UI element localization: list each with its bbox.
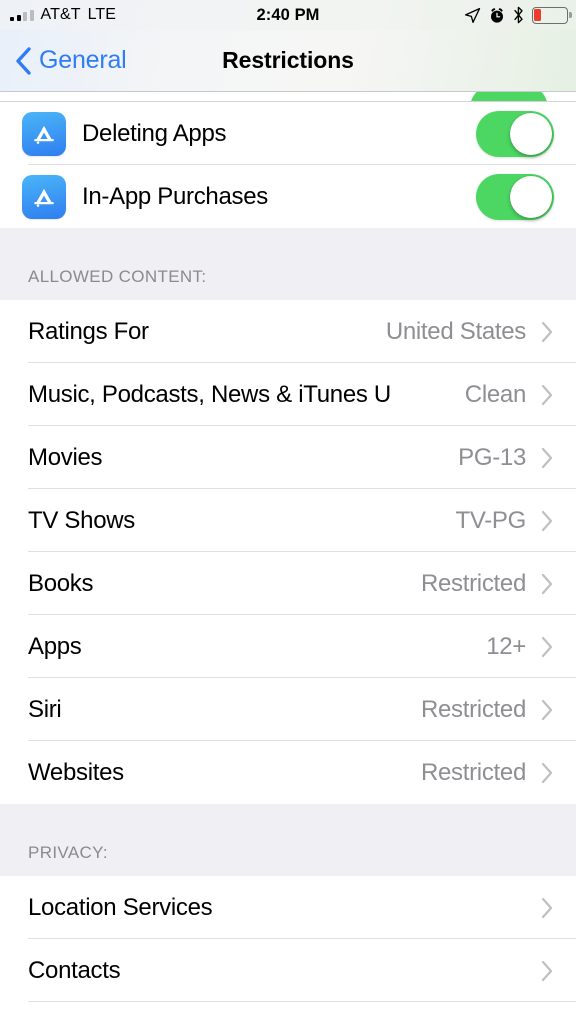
row-ratings-for[interactable]: Ratings For United States [0, 300, 576, 363]
navigation-bar: General Restrictions [0, 30, 576, 92]
row-books[interactable]: Books Restricted [0, 552, 576, 615]
row-label: TV Shows [28, 506, 135, 534]
chevron-right-icon [541, 960, 553, 981]
row-value: TV-PG [455, 506, 526, 534]
row-label: Contacts [28, 956, 121, 984]
toggle-switch-partial[interactable] [470, 92, 548, 101]
row-value: Restricted [420, 758, 526, 786]
chevron-right-icon [541, 636, 553, 657]
row-deleting-apps[interactable]: Deleting Apps [0, 102, 576, 165]
row-label: Ratings For [28, 317, 149, 345]
chevron-right-icon [541, 321, 553, 342]
iphone-screen: AT&T LTE 2:40 PM General Restrictions De… [0, 0, 576, 1024]
row-music-podcasts-news-itunes-u[interactable]: Music, Podcasts, News & iTunes U Clean [0, 363, 576, 426]
row-label: Location Services [28, 893, 213, 921]
row-value: 12+ [486, 632, 526, 660]
section-header-allowed-content: ALLOWED CONTENT: [0, 228, 576, 300]
chevron-right-icon [541, 897, 553, 918]
row-label: In-App Purchases [82, 182, 268, 210]
alarm-clock-icon [491, 7, 503, 23]
row-label: Books [28, 569, 94, 597]
app-store-icon [22, 174, 66, 219]
row-apps[interactable]: Apps 12+ [0, 615, 576, 678]
row-label: Websites [28, 758, 124, 786]
back-button-general[interactable]: General [0, 46, 127, 76]
row-value: PG-13 [458, 443, 526, 471]
partial-row-above[interactable] [0, 92, 576, 101]
row-contacts[interactable]: Contacts [0, 939, 576, 1002]
row-value: Clean [464, 380, 527, 408]
allowed-content-section: Ratings For United States Music, Podcast… [0, 300, 576, 804]
chevron-right-icon [541, 699, 553, 720]
chevron-right-icon [541, 384, 553, 405]
settings-list[interactable]: Deleting Apps In-App Purchases ALLOWED C… [0, 92, 576, 1024]
chevron-left-icon [16, 46, 31, 75]
chevron-right-icon [541, 573, 553, 594]
section-header-label: ALLOWED CONTENT: [28, 267, 207, 286]
chevron-right-icon [541, 762, 553, 783]
row-websites[interactable]: Websites Restricted [0, 741, 576, 804]
status-bar: AT&T LTE 2:40 PM [0, 0, 576, 30]
row-movies[interactable]: Movies PG-13 [0, 426, 576, 489]
row-value: Restricted [420, 695, 526, 723]
status-bar-left: AT&T LTE [0, 6, 116, 24]
section-header-label: PRIVACY: [28, 843, 108, 862]
row-label: Deleting Apps [82, 119, 227, 147]
status-bar-right [464, 6, 576, 24]
cellular-signal-icon [10, 9, 34, 21]
privacy-section: Location Services Contacts [0, 876, 576, 1002]
row-label: Movies [28, 443, 103, 471]
carrier-label: AT&T [40, 6, 81, 23]
chevron-right-icon [541, 447, 553, 468]
toggle-switch-deleting-apps[interactable] [476, 110, 554, 157]
chevron-right-icon [541, 510, 553, 531]
row-value: United States [385, 317, 526, 345]
row-tv-shows[interactable]: TV Shows TV-PG [0, 489, 576, 552]
row-label: Music, Podcasts, News & iTunes U [28, 380, 391, 408]
location-arrow-icon [464, 7, 481, 23]
toggle-switch-in-app-purchases[interactable] [476, 173, 554, 220]
section-header-privacy: PRIVACY: [0, 804, 576, 876]
row-in-app-purchases[interactable]: In-App Purchases [0, 165, 576, 228]
row-label: Siri [28, 695, 62, 723]
allow-section: Deleting Apps In-App Purchases [0, 102, 576, 228]
row-label: Apps [28, 632, 82, 660]
row-siri[interactable]: Siri Restricted [0, 678, 576, 741]
row-value: Restricted [420, 569, 526, 597]
battery-icon [532, 6, 572, 24]
app-store-icon [22, 111, 66, 156]
back-button-label: General [39, 46, 127, 74]
row-location-services[interactable]: Location Services [0, 876, 576, 939]
network-type-label: LTE [87, 6, 117, 23]
bluetooth-icon [514, 6, 523, 24]
